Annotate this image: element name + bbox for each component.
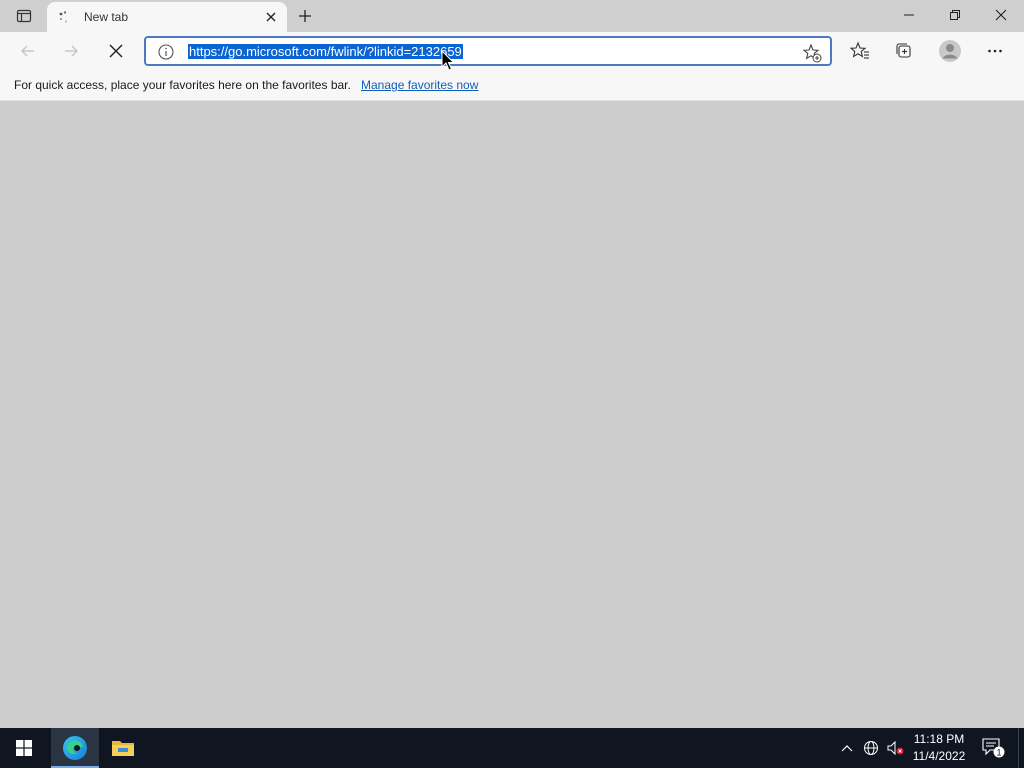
restore-button[interactable] [932, 0, 978, 30]
volume-muted-icon [887, 740, 904, 756]
clock-time: 11:18 PM [913, 732, 965, 746]
tab-actions-button[interactable] [8, 4, 40, 28]
loading-spinner-icon [59, 11, 67, 23]
manage-favorites-link[interactable]: Manage favorites now [361, 78, 478, 92]
collections-button[interactable] [890, 37, 918, 65]
folder-icon [112, 741, 134, 756]
address-bar[interactable]: https://go.microsoft.com/fwlink/?linkid=… [144, 36, 832, 66]
favorites-button[interactable] [846, 37, 874, 65]
taskbar-file-explorer[interactable] [99, 728, 147, 768]
close-tab-button[interactable] [263, 9, 279, 25]
close-icon [109, 44, 123, 58]
network-globe-icon [864, 741, 878, 755]
page-content [0, 102, 1024, 728]
edge-icon [63, 736, 87, 760]
mouse-cursor-icon [441, 50, 455, 71]
favorites-bar-message: For quick access, place your favorites h… [14, 78, 351, 92]
stop-loading-button[interactable] [101, 36, 131, 66]
star-add-icon[interactable] [802, 43, 822, 63]
favorites-icon [850, 41, 869, 59]
notification-count: 1 [996, 748, 1001, 758]
arrow-left-icon [21, 45, 34, 57]
start-button[interactable] [0, 728, 48, 768]
chevron-up-icon [841, 745, 853, 752]
notification-icon: 1 [982, 738, 1005, 758]
info-icon[interactable] [157, 43, 175, 61]
clock-date: 11/4/2022 [912, 749, 966, 763]
taskbar: 11:18 PM 11/4/2022 1 [0, 728, 1024, 768]
collections-icon [896, 43, 911, 58]
back-button[interactable] [13, 36, 43, 66]
taskbar-clock[interactable]: 11:18 PM 11/4/2022 [908, 731, 970, 765]
minimize-button[interactable] [886, 0, 932, 30]
forward-button[interactable] [56, 36, 86, 66]
show-hidden-icons-button[interactable] [836, 728, 858, 768]
arrow-right-icon [65, 45, 78, 57]
volume-button[interactable] [884, 728, 908, 768]
more-icon [988, 49, 1002, 53]
restore-icon [950, 10, 960, 20]
show-desktop-button[interactable] [1018, 728, 1024, 768]
profile-button[interactable] [936, 37, 964, 65]
close-window-button[interactable] [978, 0, 1024, 30]
close-icon [995, 9, 1007, 21]
browser-toolbar: https://go.microsoft.com/fwlink/?linkid=… [0, 32, 1024, 70]
title-bar: New tab [0, 0, 1024, 32]
plus-icon [299, 10, 311, 22]
settings-and-more-button[interactable] [981, 37, 1009, 65]
tab-new-tab[interactable]: New tab [47, 2, 287, 32]
new-tab-button[interactable] [292, 3, 318, 29]
minimize-icon [904, 14, 914, 16]
close-icon [266, 12, 276, 22]
network-button[interactable] [860, 728, 882, 768]
url-text[interactable]: https://go.microsoft.com/fwlink/?linkid=… [188, 44, 463, 59]
action-center-button[interactable]: 1 [978, 728, 1008, 768]
tab-actions-icon [16, 9, 32, 23]
favorites-bar: For quick access, place your favorites h… [0, 70, 1024, 101]
taskbar-edge[interactable] [51, 728, 99, 768]
profile-icon [939, 40, 961, 62]
windows-icon [16, 740, 32, 756]
tab-title: New tab [84, 10, 129, 24]
